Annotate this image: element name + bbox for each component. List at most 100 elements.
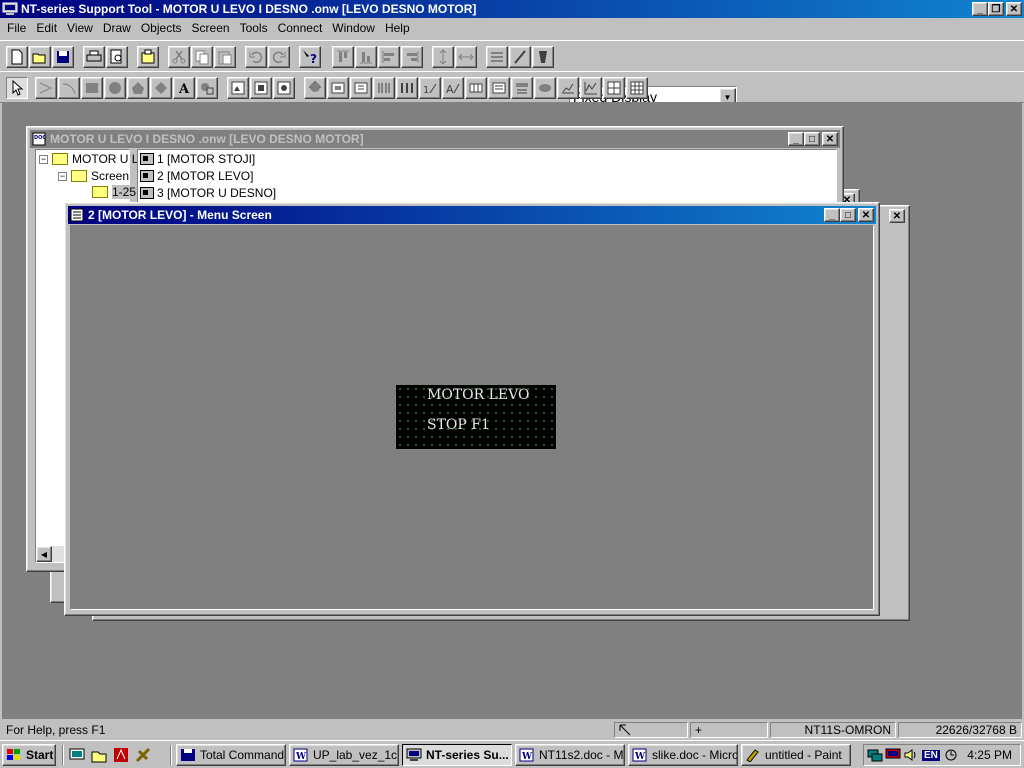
align-left-button[interactable]: [378, 46, 400, 68]
close-icon[interactable]: ✕: [858, 208, 874, 222]
tree-screen[interactable]: − Screen: [58, 169, 129, 183]
collapse-icon[interactable]: −: [58, 171, 67, 181]
sector-button[interactable]: [150, 77, 172, 99]
task-word-3[interactable]: W slike.doc - Micro...: [628, 744, 738, 766]
numeral-input-button[interactable]: 1: [419, 77, 441, 99]
menu-connect[interactable]: Connect: [273, 21, 328, 35]
lcd-panel[interactable]: MOTOR LEVO STOP F1: [396, 385, 556, 449]
list-button[interactable]: [486, 46, 508, 68]
circle-button[interactable]: [104, 77, 126, 99]
maximize-icon[interactable]: □: [804, 132, 820, 146]
menu-view[interactable]: View: [62, 21, 98, 35]
close-button[interactable]: ✕: [1006, 2, 1022, 16]
print-preview-button[interactable]: [106, 46, 128, 68]
list-item[interactable]: 2 [MOTOR LEVO]: [138, 167, 836, 184]
align-bottom-button[interactable]: [355, 46, 377, 68]
volume-icon[interactable]: [903, 748, 919, 762]
task-paint[interactable]: untitled - Paint: [741, 744, 851, 766]
open-button[interactable]: [29, 46, 51, 68]
list-item[interactable]: 3 [MOTOR U DESNO]: [138, 184, 836, 201]
tool-icon[interactable]: [134, 746, 152, 764]
maximize-icon[interactable]: □: [840, 208, 856, 222]
minimize-icon[interactable]: _: [824, 208, 840, 222]
align-right-button[interactable]: [401, 46, 423, 68]
lamp-button[interactable]: [304, 77, 326, 99]
mark-button[interactable]: [196, 77, 218, 99]
menu-objects[interactable]: Objects: [136, 21, 187, 35]
touch-switch-button[interactable]: [327, 77, 349, 99]
library-button[interactable]: [250, 77, 272, 99]
fill-button[interactable]: [532, 46, 554, 68]
acrobat-icon[interactable]: [112, 746, 130, 764]
thumbwheel-button[interactable]: [465, 77, 487, 99]
menu-window[interactable]: Window: [327, 21, 380, 35]
menu-help[interactable]: Help: [380, 21, 415, 35]
monitor-tray-icon[interactable]: [885, 748, 901, 762]
rectangle-button[interactable]: [81, 77, 103, 99]
tree-root[interactable]: − MOTOR U L: [39, 152, 138, 166]
cut-button[interactable]: [168, 46, 190, 68]
language-indicator[interactable]: EN: [922, 749, 940, 761]
select-arrow-button[interactable]: [6, 77, 28, 99]
align-top-button[interactable]: [332, 46, 354, 68]
task-nt-support[interactable]: NT-series Su...: [402, 744, 512, 766]
bar-graph-button[interactable]: [396, 77, 418, 99]
scroll-left-icon[interactable]: ◀: [36, 546, 52, 562]
context-help-button[interactable]: ?: [299, 46, 321, 68]
numeral-display-button[interactable]: [350, 77, 372, 99]
windows-logo-icon: [7, 749, 20, 760]
desktop-icon[interactable]: [68, 746, 86, 764]
polygon-button[interactable]: [127, 77, 149, 99]
menu-screen[interactable]: Screen: [187, 21, 235, 35]
close-icon[interactable]: ✕: [889, 209, 905, 223]
tree-leaf[interactable]: 1-25: [92, 185, 137, 199]
minimize-icon[interactable]: _: [788, 132, 804, 146]
collapse-icon[interactable]: −: [39, 154, 48, 164]
alarm-list-button[interactable]: [511, 77, 533, 99]
table-button[interactable]: [626, 77, 648, 99]
svg-text:1: 1: [423, 85, 429, 96]
redo-button[interactable]: [268, 46, 290, 68]
task-word-2[interactable]: W NT11s2.doc - M...: [515, 744, 625, 766]
task-total-commander[interactable]: Total Command...: [176, 744, 286, 766]
paste-button[interactable]: [214, 46, 236, 68]
image-button[interactable]: [227, 77, 249, 99]
print-button[interactable]: [83, 46, 105, 68]
alarm-history-button[interactable]: [534, 77, 556, 99]
task-label: NT-series Su...: [426, 748, 509, 762]
save-button[interactable]: [52, 46, 74, 68]
start-button[interactable]: Start: [2, 744, 56, 766]
undo-button[interactable]: [245, 46, 267, 68]
menu-file[interactable]: File: [2, 21, 31, 35]
space-horizontal-button[interactable]: [455, 46, 477, 68]
list-item[interactable]: 1 [MOTOR STOJI]: [138, 150, 836, 167]
menu-draw[interactable]: Draw: [98, 21, 136, 35]
space-vertical-button[interactable]: [432, 46, 454, 68]
network-icon[interactable]: [867, 748, 883, 762]
menu-tools[interactable]: Tools: [235, 21, 273, 35]
string-input-button[interactable]: A: [442, 77, 464, 99]
trend-graph-button[interactable]: [603, 77, 625, 99]
new-button[interactable]: [6, 46, 28, 68]
screen-canvas[interactable]: MOTOR LEVO STOP F1: [70, 225, 874, 610]
string-display-button[interactable]: [373, 77, 395, 99]
copy-button[interactable]: [191, 46, 213, 68]
pen-button[interactable]: [509, 46, 531, 68]
screen-capture-button[interactable]: [137, 46, 159, 68]
task-word-1[interactable]: W UP_lab_vez_1c...: [289, 744, 399, 766]
screen-icon: [140, 169, 154, 182]
close-icon[interactable]: ✕: [822, 132, 838, 146]
keyboard-icon[interactable]: [943, 748, 959, 762]
analog-meter-button[interactable]: [557, 77, 579, 99]
restore-button[interactable]: ❐: [988, 2, 1004, 16]
menu-edit[interactable]: Edit: [31, 21, 62, 35]
menu-screen-window[interactable]: 2 [MOTOR LEVO] - Menu Screen _ □ ✕ MOTOR…: [64, 202, 880, 616]
polyline-button[interactable]: [35, 77, 57, 99]
text-button[interactable]: A: [173, 77, 195, 99]
broken-line-button[interactable]: [580, 77, 602, 99]
bitmap-button[interactable]: [273, 77, 295, 99]
explorer-icon[interactable]: [90, 746, 108, 764]
minimize-button[interactable]: _: [972, 2, 988, 16]
arc-button[interactable]: [58, 77, 80, 99]
list-selector-button[interactable]: [488, 77, 510, 99]
